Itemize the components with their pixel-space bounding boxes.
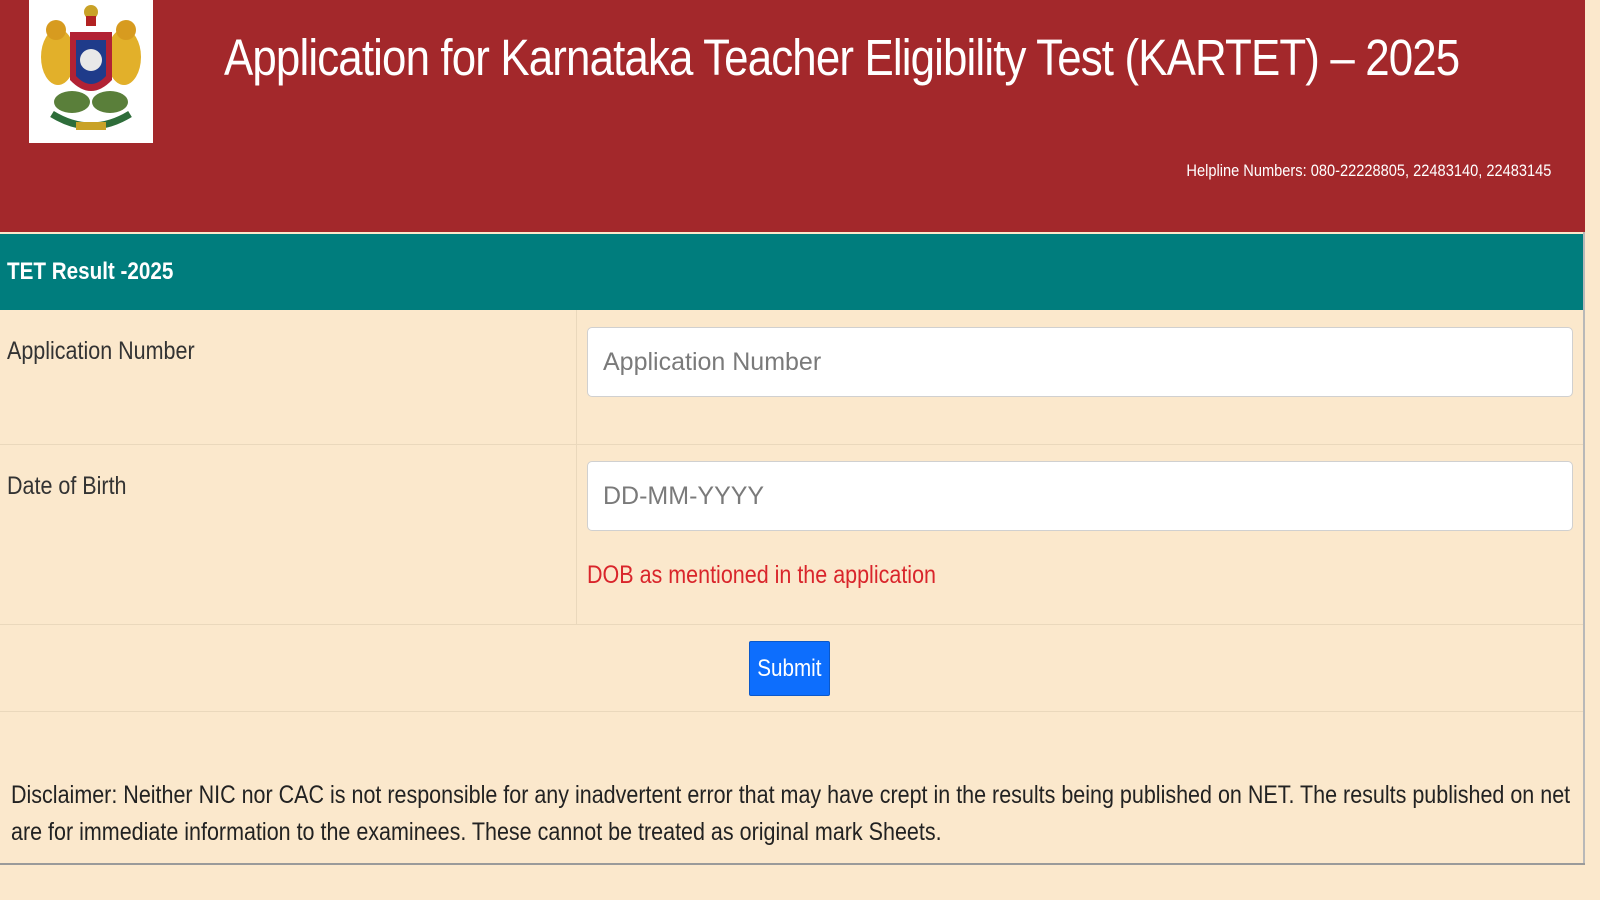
date-of-birth-row: Date of Birth DOB as mentioned in the ap… xyxy=(0,445,1583,625)
application-number-row: Application Number xyxy=(0,310,1583,445)
submit-row: Submit xyxy=(0,625,1583,712)
helpline-numbers: Helpline Numbers: 080-22228805, 22483140… xyxy=(1186,161,1551,180)
label-cell: Date of Birth xyxy=(0,445,577,624)
application-number-label: Application Number xyxy=(7,337,195,365)
panel-border-bottom xyxy=(0,863,1585,865)
panel-border-right xyxy=(1583,232,1585,865)
emblem-graphic xyxy=(41,4,141,130)
section-title: TET Result -2025 xyxy=(7,258,174,285)
submit-button[interactable]: Submit xyxy=(749,641,830,696)
date-of-birth-label: Date of Birth xyxy=(7,472,127,500)
result-page: Application for Karnataka Teacher Eligib… xyxy=(0,0,1600,900)
section-header: TET Result -2025 xyxy=(0,234,1583,310)
page-title: Application for Karnataka Teacher Eligib… xyxy=(224,29,1460,86)
disclaimer-text: Disclaimer: Neither NIC nor CAC is not r… xyxy=(11,781,1571,846)
label-cell: Application Number xyxy=(0,310,577,444)
application-number-input[interactable] xyxy=(587,327,1573,397)
page-header: Application for Karnataka Teacher Eligib… xyxy=(0,0,1585,232)
dob-hint: DOB as mentioned in the application xyxy=(587,561,936,589)
date-of-birth-input[interactable] xyxy=(587,461,1573,531)
karnataka-emblem-icon xyxy=(29,0,153,143)
submit-button-label: Submit xyxy=(757,654,822,682)
